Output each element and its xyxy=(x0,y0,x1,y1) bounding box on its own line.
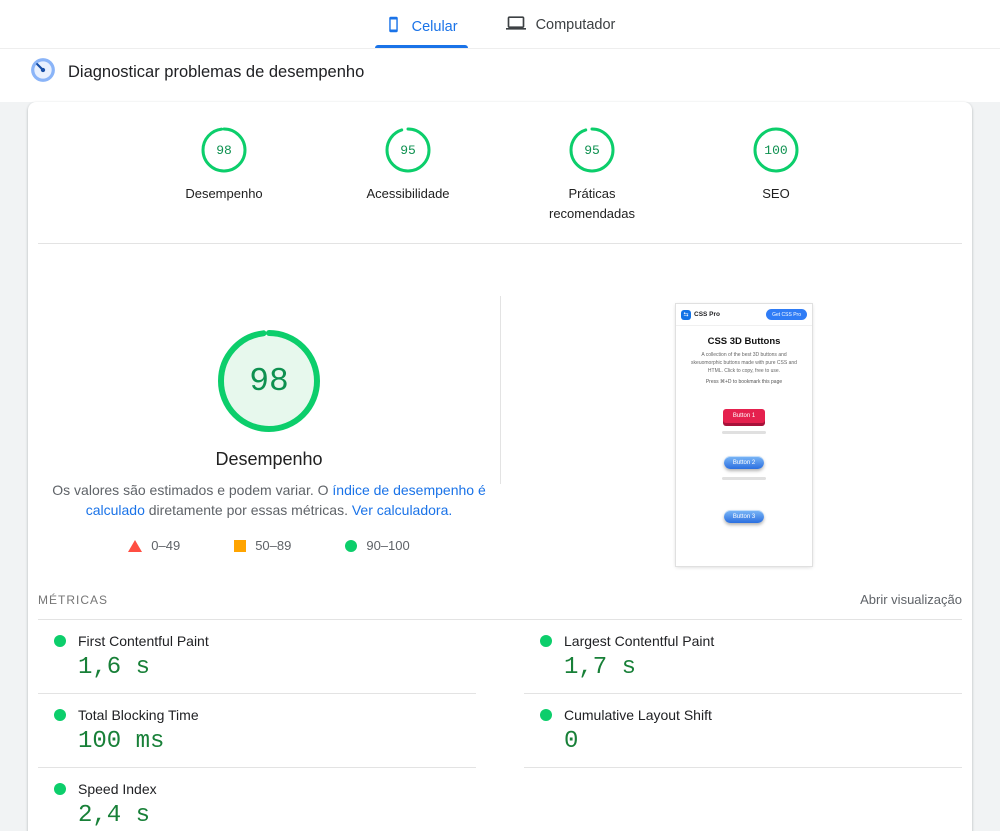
page-title: Diagnosticar problemas de desempenho xyxy=(68,63,365,81)
pass-dot-icon xyxy=(540,635,552,647)
metric-name: First Contentful Paint xyxy=(78,633,209,649)
score-item-praticas-recomendadas[interactable]: 95 Práticas recomendadas xyxy=(533,126,651,223)
metrics-section-label: MÉTRICAS xyxy=(38,592,109,607)
description-text: diretamente por essas métricas. xyxy=(144,502,352,518)
laptop-icon xyxy=(505,13,526,37)
vertical-divider xyxy=(500,296,501,484)
metric-name: Total Blocking Time xyxy=(78,707,199,723)
legend-fail: 0–49 xyxy=(128,538,180,553)
legend-average: 50–89 xyxy=(234,538,291,553)
thumbnail-button-1: Button 1 xyxy=(722,409,766,424)
page-screenshot-thumbnail[interactable]: ⇆ CSS Pro Get CSS Pro CSS 3D Buttons A c… xyxy=(676,304,812,566)
performance-gauge-label: Desempenho xyxy=(215,449,323,469)
thumbnail-button-2: Button 2 xyxy=(723,456,765,470)
metric-cumulative-layout-shift: Cumulative Layout Shift 0 xyxy=(524,694,962,768)
thumbnail-header: ⇆ CSS Pro Get CSS Pro xyxy=(676,304,812,326)
description-text: Os valores são estimados e podem variar.… xyxy=(52,482,333,498)
score-item-seo[interactable]: 100 SEO xyxy=(717,126,835,223)
metric-value: 1,6 s xyxy=(78,654,151,681)
score-item-desempenho[interactable]: 98 Desempenho xyxy=(165,126,283,223)
open-visualization-link[interactable]: Abrir visualização xyxy=(860,592,962,607)
pass-dot-icon xyxy=(54,783,66,795)
page-heading: Diagnosticar problemas de desempenho xyxy=(0,49,1000,102)
score-value: 98 xyxy=(216,142,232,158)
performance-summary: 98 Desempenho Os valores são estimados e… xyxy=(38,244,500,568)
thumbnail-logo: ⇆ CSS Pro xyxy=(681,309,721,320)
fail-triangle-icon xyxy=(128,539,143,552)
score-label: Desempenho xyxy=(185,186,263,201)
phone-icon xyxy=(385,16,402,37)
metric-first-contentful-paint: First Contentful Paint 1,6 s xyxy=(38,620,476,694)
score-label: Acessibilidade xyxy=(366,186,450,201)
pass-dot-icon xyxy=(54,709,66,721)
score-label: SEO xyxy=(762,186,790,201)
metrics-header: MÉTRICAS Abrir visualização xyxy=(38,592,962,619)
metric-value: 0 xyxy=(564,728,579,755)
metric-largest-contentful-paint: Largest Contentful Paint 1,7 s xyxy=(524,620,962,694)
metric-total-blocking-time: Total Blocking Time 100 ms xyxy=(38,694,476,768)
thumbnail-bookmark-hint: Press ⌘+D to bookmark this page xyxy=(705,379,783,386)
thumbnail-description: A collection of the best 3D buttons and … xyxy=(691,352,797,374)
score-legend: 0–49 50–89 90–100 xyxy=(38,538,500,553)
score-gauge-desempenho: 98 xyxy=(200,126,248,174)
thumbnail-heading: CSS 3D Buttons xyxy=(707,336,781,347)
average-square-icon xyxy=(234,539,247,552)
tab-celular[interactable]: Celular xyxy=(374,3,468,48)
metric-name: Largest Contentful Paint xyxy=(564,633,715,649)
metric-name: Speed Index xyxy=(78,781,157,797)
category-scores: 98 Desempenho 95 Acessibilidade 95 Práti… xyxy=(28,102,972,239)
metric-value: 1,7 s xyxy=(564,654,637,681)
metric-value: 100 ms xyxy=(78,728,165,755)
pass-circle-icon xyxy=(345,539,358,552)
metric-name: Cumulative Layout Shift xyxy=(564,707,712,723)
score-gauge-acessibilidade: 95 xyxy=(384,126,432,174)
tab-celular-label: Celular xyxy=(411,18,458,35)
thumbnail-body: CSS 3D Buttons A collection of the best … xyxy=(676,326,812,524)
score-value: 95 xyxy=(400,142,416,158)
performance-section: 98 Desempenho Os valores são estimados e… xyxy=(28,244,972,568)
thumbnail-byline-2 xyxy=(722,477,766,481)
score-item-acessibilidade[interactable]: 95 Acessibilidade xyxy=(349,126,467,223)
score-value: 95 xyxy=(584,142,600,158)
report-card: 98 Desempenho 95 Acessibilidade 95 Práti… xyxy=(28,102,972,831)
score-value: 100 xyxy=(764,142,788,158)
see-calculator-link[interactable]: Ver calculadora. xyxy=(352,502,452,518)
page-background: 98 Desempenho 95 Acessibilidade 95 Práti… xyxy=(0,102,1000,831)
lighthouse-icon xyxy=(30,57,56,88)
thumbnail-cta-button: Get CSS Pro xyxy=(766,309,807,320)
metrics-section: MÉTRICAS Abrir visualização First Conten… xyxy=(28,592,972,831)
preview-column: ⇆ CSS Pro Get CSS Pro CSS 3D Buttons A c… xyxy=(500,244,962,568)
device-tabbar: Celular Computador xyxy=(0,0,1000,49)
tab-computador-label: Computador xyxy=(535,17,616,33)
metric-speed-index: Speed Index 2,4 s xyxy=(38,768,476,831)
score-gauge-seo: 100 xyxy=(752,126,800,174)
pass-dot-icon xyxy=(540,709,552,721)
performance-gauge: 98 xyxy=(217,329,321,433)
thumbnail-site-name: CSS Pro xyxy=(694,311,721,318)
score-gauge-praticas: 95 xyxy=(568,126,616,174)
pass-dot-icon xyxy=(54,635,66,647)
legend-range: 0–49 xyxy=(151,538,181,553)
metrics-grid: First Contentful Paint 1,6 s Largest Con… xyxy=(38,620,962,831)
performance-description: Os valores são estimados e podem variar.… xyxy=(49,480,489,520)
css-pro-logo-icon: ⇆ xyxy=(681,309,691,320)
legend-pass: 90–100 xyxy=(345,538,410,553)
legend-range: 50–89 xyxy=(255,538,292,553)
legend-range: 90–100 xyxy=(366,538,410,553)
thumbnail-button-3: Button 3 xyxy=(723,510,765,524)
tab-computador[interactable]: Computador xyxy=(496,0,626,48)
score-label: Práticas recomendadas xyxy=(549,186,635,221)
thumbnail-byline-1 xyxy=(722,431,766,435)
performance-score-value: 98 xyxy=(249,362,289,400)
metric-value: 2,4 s xyxy=(78,802,151,829)
